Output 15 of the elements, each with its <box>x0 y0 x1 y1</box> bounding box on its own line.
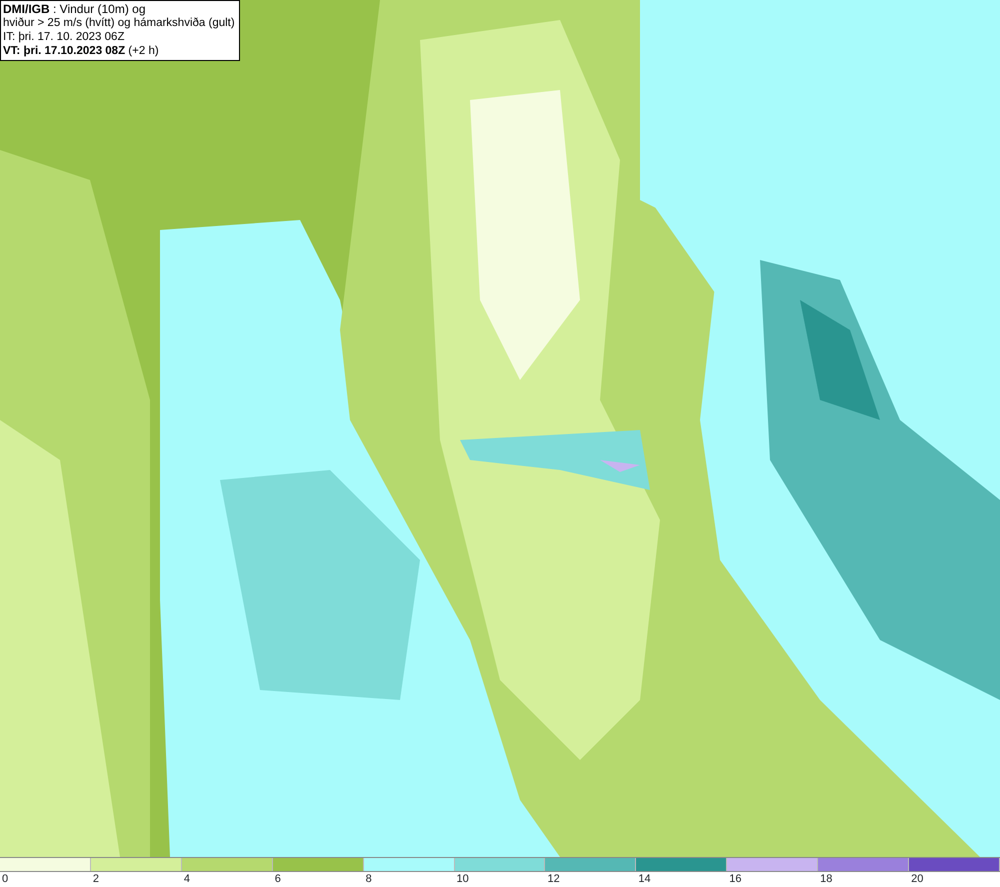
legend-label: 0 <box>2 872 8 886</box>
legend-label: 8 <box>366 872 372 886</box>
legend-label: 12 <box>547 872 560 886</box>
map-caption-line: VT: þri. 17.10.2023 08Z (+2 h) <box>3 44 160 58</box>
map-title: DMI/IGB : Vindur (10m) og <box>3 2 146 16</box>
legend-label: 6 <box>274 872 281 886</box>
legend-label: 18 <box>820 872 832 886</box>
map-caption-line: hviður > 25 m/s (hvítt) og hámarkshviða (gult) <box>3 16 235 30</box>
legend-label: 10 <box>456 872 469 886</box>
legend-label: 2 <box>92 872 100 886</box>
map-caption-line: IT: þri. 17. 10. 2023 06Z <box>3 30 126 44</box>
legend-label: 20 <box>911 872 924 886</box>
legend-label: 16 <box>729 872 742 886</box>
legend-label: 14 <box>638 872 651 886</box>
legend-label: 4 <box>184 872 190 886</box>
